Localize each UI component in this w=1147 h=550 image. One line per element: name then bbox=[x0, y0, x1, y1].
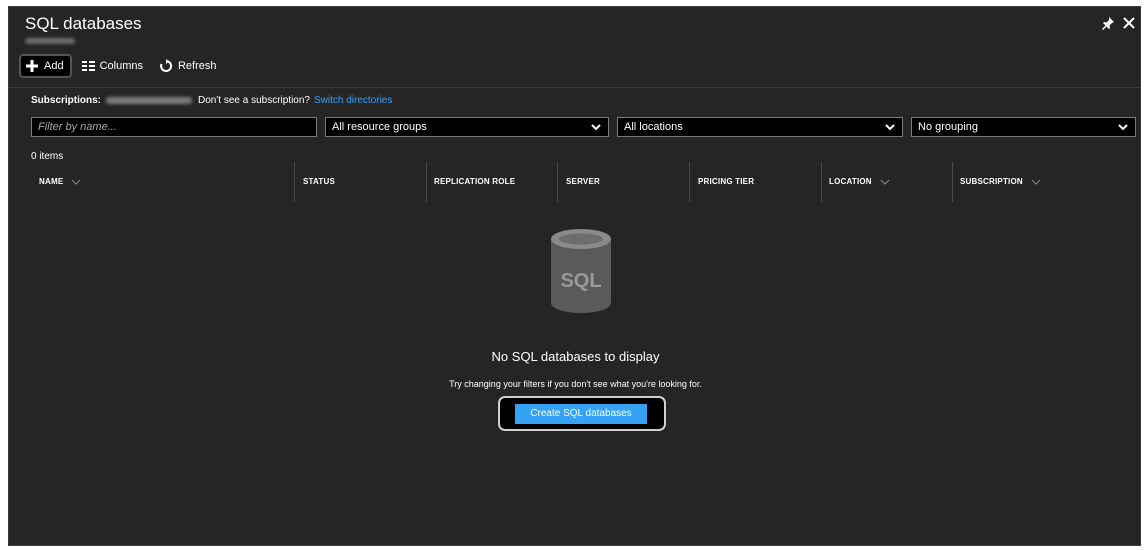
locations-dropdown[interactable]: All locations bbox=[617, 117, 903, 137]
refresh-label: Refresh bbox=[177, 60, 217, 72]
resource-groups-value: All resource groups bbox=[332, 121, 427, 133]
create-sql-databases-button[interactable]: Create SQL databases bbox=[515, 404, 647, 424]
chevron-down-icon bbox=[885, 124, 895, 131]
sql-icon-text: SQL bbox=[560, 270, 601, 292]
column-separator bbox=[689, 162, 690, 202]
resource-groups-dropdown[interactable]: All resource groups bbox=[325, 117, 609, 137]
grouping-value: No grouping bbox=[918, 121, 978, 133]
column-header-label: LOCATION bbox=[829, 177, 872, 186]
column-header-name[interactable]: NAME bbox=[39, 177, 81, 186]
blade-title: SQL databases bbox=[25, 14, 142, 33]
switch-directories-link[interactable]: Switch directories bbox=[314, 95, 392, 106]
column-header-label: SERVER bbox=[566, 177, 600, 186]
column-header-server[interactable]: SERVER bbox=[566, 177, 600, 186]
create-button-highlight: Create SQL databases bbox=[498, 396, 666, 431]
column-separator bbox=[952, 162, 953, 202]
empty-state-title: No SQL databases to display bbox=[491, 349, 660, 364]
chevron-down-icon bbox=[1031, 179, 1041, 185]
close-icon[interactable] bbox=[1121, 15, 1137, 31]
columns-icon bbox=[81, 61, 95, 71]
columns-label: Columns bbox=[99, 60, 143, 72]
subscription-question: Don't see a subscription? bbox=[198, 95, 310, 106]
filter-by-name-input[interactable]: Filter by name... bbox=[31, 117, 317, 137]
refresh-button[interactable]: Refresh bbox=[153, 54, 223, 78]
column-header-pricing-tier[interactable]: PRICING TIER bbox=[698, 177, 754, 186]
column-header-label: SUBSCRIPTION bbox=[960, 177, 1023, 186]
blade-subtitle-redacted bbox=[25, 38, 75, 44]
subscription-name-redacted bbox=[106, 97, 193, 104]
column-header-replication-role[interactable]: REPLICATION ROLE bbox=[434, 177, 515, 186]
column-header-label: STATUS bbox=[303, 177, 336, 186]
add-button[interactable]: Add bbox=[19, 54, 72, 78]
plus-icon bbox=[26, 60, 38, 72]
blade-header: SQL databases bbox=[9, 7, 1140, 51]
column-separator bbox=[294, 162, 295, 202]
refresh-icon bbox=[160, 59, 173, 72]
divider bbox=[9, 87, 1140, 88]
column-header-subscription[interactable]: SUBSCRIPTION bbox=[960, 177, 1041, 186]
chevron-down-icon bbox=[591, 124, 601, 131]
chevron-down-icon bbox=[1118, 124, 1128, 131]
toolbar: Add Columns Refresh bbox=[19, 54, 227, 78]
column-header-label: NAME bbox=[39, 177, 64, 186]
chevron-down-icon bbox=[72, 179, 81, 185]
sql-databases-blade: SQL databases Add Columns Refresh Subscr… bbox=[8, 6, 1141, 546]
columns-button[interactable]: Columns bbox=[76, 54, 149, 78]
grouping-dropdown[interactable]: No grouping bbox=[911, 117, 1136, 137]
column-header-location[interactable]: LOCATION bbox=[829, 177, 890, 186]
subscriptions-bar: Subscriptions: Don't see a subscription?… bbox=[31, 95, 392, 106]
pin-icon[interactable] bbox=[1100, 15, 1116, 31]
subscriptions-label: Subscriptions: bbox=[31, 95, 102, 106]
sql-database-icon: SQL bbox=[551, 229, 611, 313]
column-header-status[interactable]: STATUS bbox=[303, 177, 335, 186]
column-separator bbox=[557, 162, 558, 202]
add-label: Add bbox=[44, 60, 64, 72]
chevron-down-icon bbox=[880, 179, 890, 185]
empty-state-hint: Try changing your filters if you don't s… bbox=[449, 379, 702, 389]
column-separator bbox=[821, 162, 822, 202]
column-separator bbox=[426, 162, 427, 202]
locations-value: All locations bbox=[624, 121, 683, 133]
column-header-label: PRICING TIER bbox=[698, 177, 755, 186]
item-count: 0 items bbox=[31, 151, 64, 162]
column-header-label: REPLICATION ROLE bbox=[434, 177, 516, 186]
